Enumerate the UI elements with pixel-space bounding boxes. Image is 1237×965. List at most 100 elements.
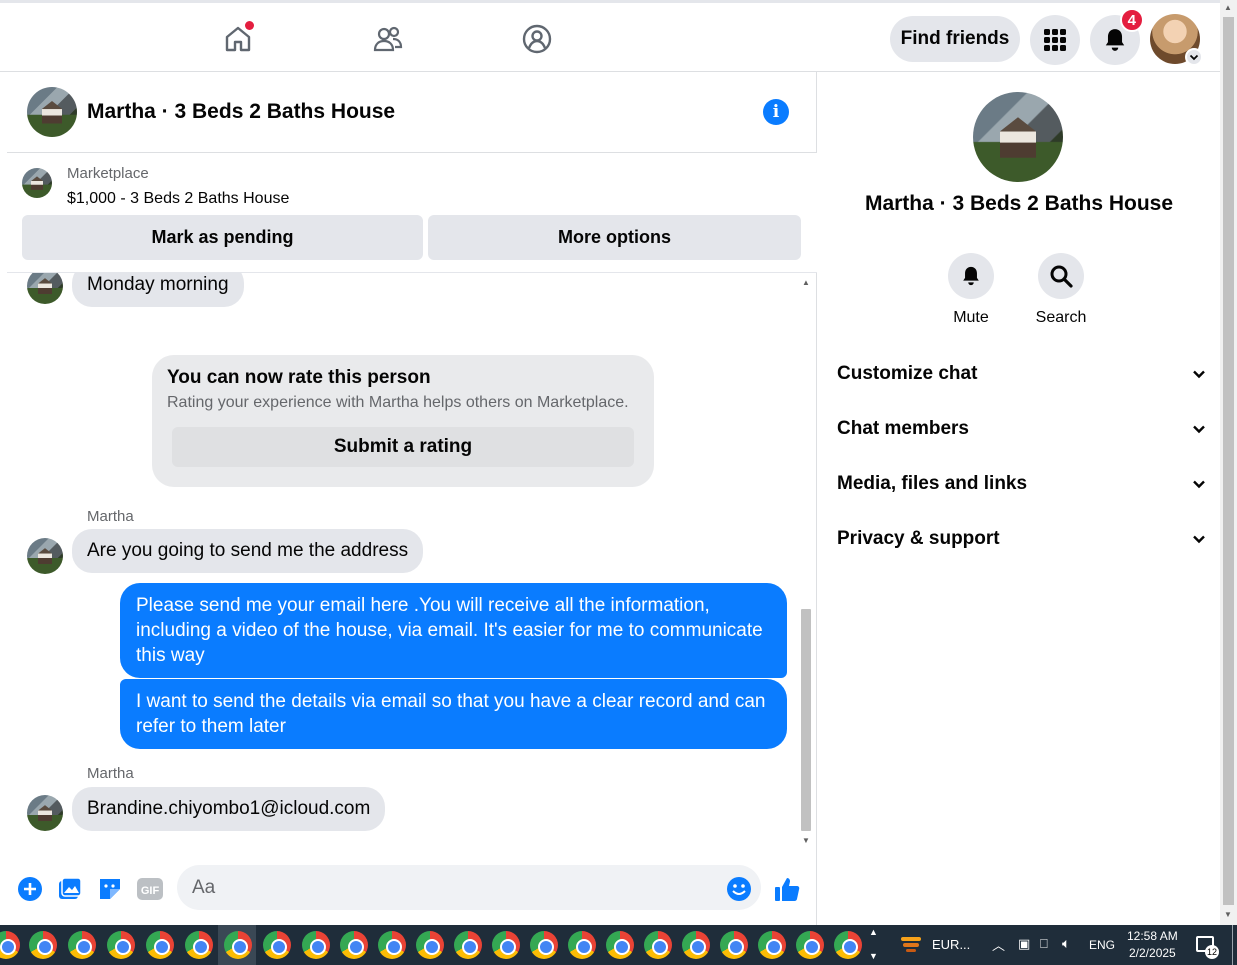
scroll-up-icon[interactable]: ▲ [801,278,811,288]
plus-icon[interactable] [16,875,44,903]
menu-grid-button[interactable] [1030,15,1080,65]
chrome-icon[interactable] [224,931,252,959]
message-input[interactable]: Aa [177,865,761,910]
marketplace-listing-bar: Marketplace $1,000 - 3 Beds 2 Baths Hous… [7,153,817,273]
chat-title[interactable]: Martha · 3 Beds 2 Baths House [87,100,395,124]
chat-members-row[interactable]: Chat members [837,409,1207,449]
search-action[interactable]: Search [1016,253,1106,327]
message-scrollbar[interactable]: ▲ ▼ [798,273,813,848]
language-indicator[interactable]: ENG [1089,938,1115,952]
friends-icon[interactable] [370,21,406,57]
chrome-icon[interactable] [492,931,520,959]
sender-avatar [27,273,63,304]
submit-rating-button[interactable]: Submit a rating [172,427,634,467]
bell-icon [1105,29,1125,51]
listing-title[interactable]: $1,000 - 3 Beds 2 Baths House [67,190,289,208]
mute-label: Mute [953,309,989,326]
scroll-thumb[interactable] [801,609,811,831]
row-label: Customize chat [837,363,978,384]
message-bubble-outgoing: Please send me your email here .You will… [120,583,787,678]
chrome-icon[interactable] [0,931,20,959]
chrome-icon[interactable] [263,931,291,959]
chrome-icon[interactable] [107,931,135,959]
chrome-icon[interactable] [340,931,368,959]
sticker-icon[interactable] [96,875,124,903]
bell-icon[interactable] [948,253,994,299]
clock-date[interactable]: 2/2/2025 [1129,946,1176,960]
marketplace-label: Marketplace [67,165,149,182]
account-avatar[interactable] [1150,14,1203,66]
chevron-down-icon [1185,48,1203,66]
volume-icon[interactable]: 🔈︎ [1062,935,1070,952]
chrome-icon[interactable] [568,931,596,959]
message-list: Monday morning You can now rate this per… [7,273,797,843]
notifications-button[interactable]: 4 [1090,8,1144,65]
rate-card-subtitle: Rating your experience with Martha helps… [167,394,629,411]
chrome-icon[interactable] [644,931,672,959]
info-icon[interactable]: i [763,99,789,125]
menu-grid-icon [1044,29,1066,51]
chrome-icon[interactable] [416,931,444,959]
scroll-down-icon[interactable]: ▼ [1224,910,1232,919]
photo-icon[interactable] [56,875,84,903]
chevron-down-icon [1193,370,1205,379]
chrome-icon[interactable] [682,931,710,959]
media-files-links-row[interactable]: Media, files and links [837,464,1207,504]
chrome-icon[interactable] [606,931,634,959]
chrome-icon[interactable] [796,931,824,959]
chrome-icon[interactable] [146,931,174,959]
clock-time[interactable]: 12:58 AM [1127,929,1178,943]
search-icon[interactable] [1038,253,1084,299]
chrome-icon[interactable] [758,931,786,959]
network-icon[interactable]: ⎕ [1040,936,1048,952]
row-label: Media, files and links [837,473,1028,494]
chevron-up-icon[interactable]: ︿ [992,935,1005,954]
message-bubble-outgoing: I want to send the details via email so … [120,679,787,749]
mark-as-pending-button[interactable]: Mark as pending [22,215,423,260]
meet-icon[interactable]: ▣ [1018,936,1030,952]
page-scrollbar[interactable]: ▲ ▼ [1220,0,1237,925]
sender-avatar [27,795,63,831]
chrome-icon[interactable] [29,931,57,959]
chrome-icon[interactable] [530,931,558,959]
page-scroll-thumb[interactable] [1223,17,1234,905]
row-label: Privacy & support [837,528,1000,549]
gif-icon[interactable]: GIF [136,875,164,903]
emoji-icon[interactable] [725,875,753,903]
scroll-up-icon[interactable]: ▲ [1224,3,1232,12]
more-options-button[interactable]: More options [428,215,801,260]
profile-avatar-large[interactable] [973,92,1063,182]
rate-person-card: You can now rate this person Rating your… [152,355,654,487]
chat-details-panel: Martha · 3 Beds 2 Baths House Mute Searc… [818,72,1220,925]
find-friends-button[interactable]: Find friends [890,16,1020,62]
sender-name: Martha [87,508,134,525]
taskbar-scroll-down-icon[interactable]: ▼ [869,951,878,961]
chrome-icon[interactable] [378,931,406,959]
chrome-icon[interactable] [185,931,213,959]
weather-icon[interactable] [900,935,922,953]
profile-name: Martha · 3 Beds 2 Baths House [864,192,1174,215]
sender-name: Martha [87,765,134,782]
privacy-support-row[interactable]: Privacy & support [837,519,1207,559]
rate-card-title: You can now rate this person [167,367,431,388]
home-icon[interactable] [220,21,256,57]
chrome-icon[interactable] [302,931,330,959]
scroll-down-icon[interactable]: ▼ [801,836,811,846]
chrome-icon[interactable] [454,931,482,959]
chrome-icon[interactable] [68,931,96,959]
customize-chat-row[interactable]: Customize chat [837,354,1207,394]
weather-text[interactable]: EUR... [932,937,970,952]
chat-avatar[interactable] [27,87,77,137]
message-bubble-incoming: Monday morning [72,273,244,307]
show-desktop-divider[interactable] [1232,925,1233,965]
thumbs-up-icon[interactable] [773,875,801,903]
listing-thumbnail[interactable] [22,168,52,198]
chevron-down-icon [1193,425,1205,434]
chrome-icon[interactable] [834,931,862,959]
taskbar-scroll-up-icon[interactable]: ▲ [869,927,878,937]
message-bubble-incoming: Brandine.chiyombo1@icloud.com [72,787,386,831]
mute-action[interactable]: Mute [926,253,1016,327]
chevron-down-icon [1193,480,1205,489]
groups-icon[interactable] [519,21,555,57]
chrome-icon[interactable] [720,931,748,959]
